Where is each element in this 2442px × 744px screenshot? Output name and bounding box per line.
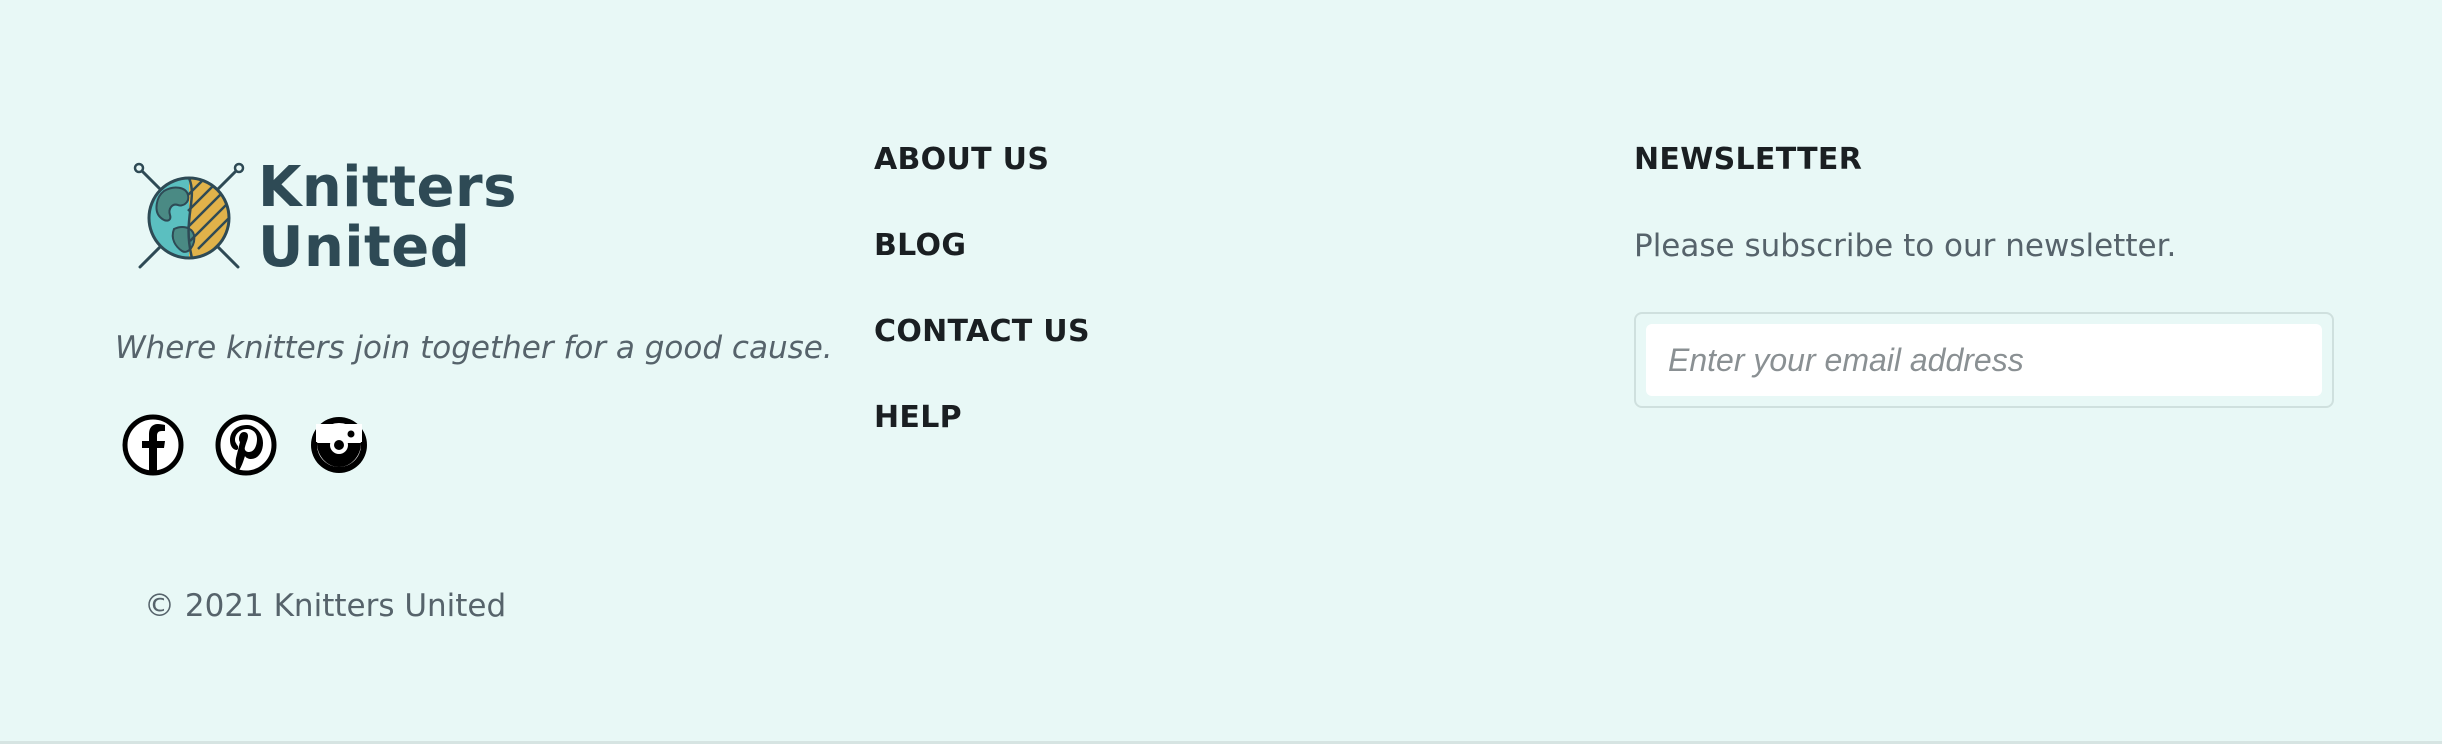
newsletter-heading: NEWSLETTER (1634, 142, 1863, 177)
facebook-icon (122, 414, 184, 476)
nav-link-contact-us[interactable]: CONTACT US (874, 312, 1090, 398)
knitting-globe-icon (133, 162, 245, 269)
instagram-link[interactable] (308, 414, 370, 476)
facebook-link[interactable] (122, 414, 184, 476)
social-links (122, 414, 370, 476)
nav-link-blog[interactable]: BLOG (874, 226, 1090, 312)
nav-link-help[interactable]: HELP (874, 398, 1090, 484)
instagram-icon (311, 417, 367, 473)
brand-name: Knitters United (258, 158, 517, 278)
brand-name-line2: United (258, 215, 471, 280)
newsletter-form (1634, 312, 2334, 408)
brand-tagline: Where knitters join together for a good … (115, 330, 833, 366)
pinterest-icon (215, 414, 277, 476)
copyright-text: © 2021 Knitters United (144, 588, 507, 624)
email-input[interactable] (1646, 324, 2322, 396)
footer-nav: ABOUT US BLOG CONTACT US HELP (874, 140, 1090, 484)
brand-name-line1: Knitters (258, 155, 517, 220)
newsletter-section: NEWSLETTER Please subscribe to our newsl… (1634, 140, 2334, 408)
newsletter-description: Please subscribe to our newsletter. (1634, 228, 2177, 264)
brand-logo[interactable]: Knitters United (130, 158, 516, 278)
site-footer: Knitters United Where knitters join toge… (0, 0, 2442, 744)
nav-link-about-us[interactable]: ABOUT US (874, 140, 1090, 226)
pinterest-link[interactable] (215, 414, 277, 476)
